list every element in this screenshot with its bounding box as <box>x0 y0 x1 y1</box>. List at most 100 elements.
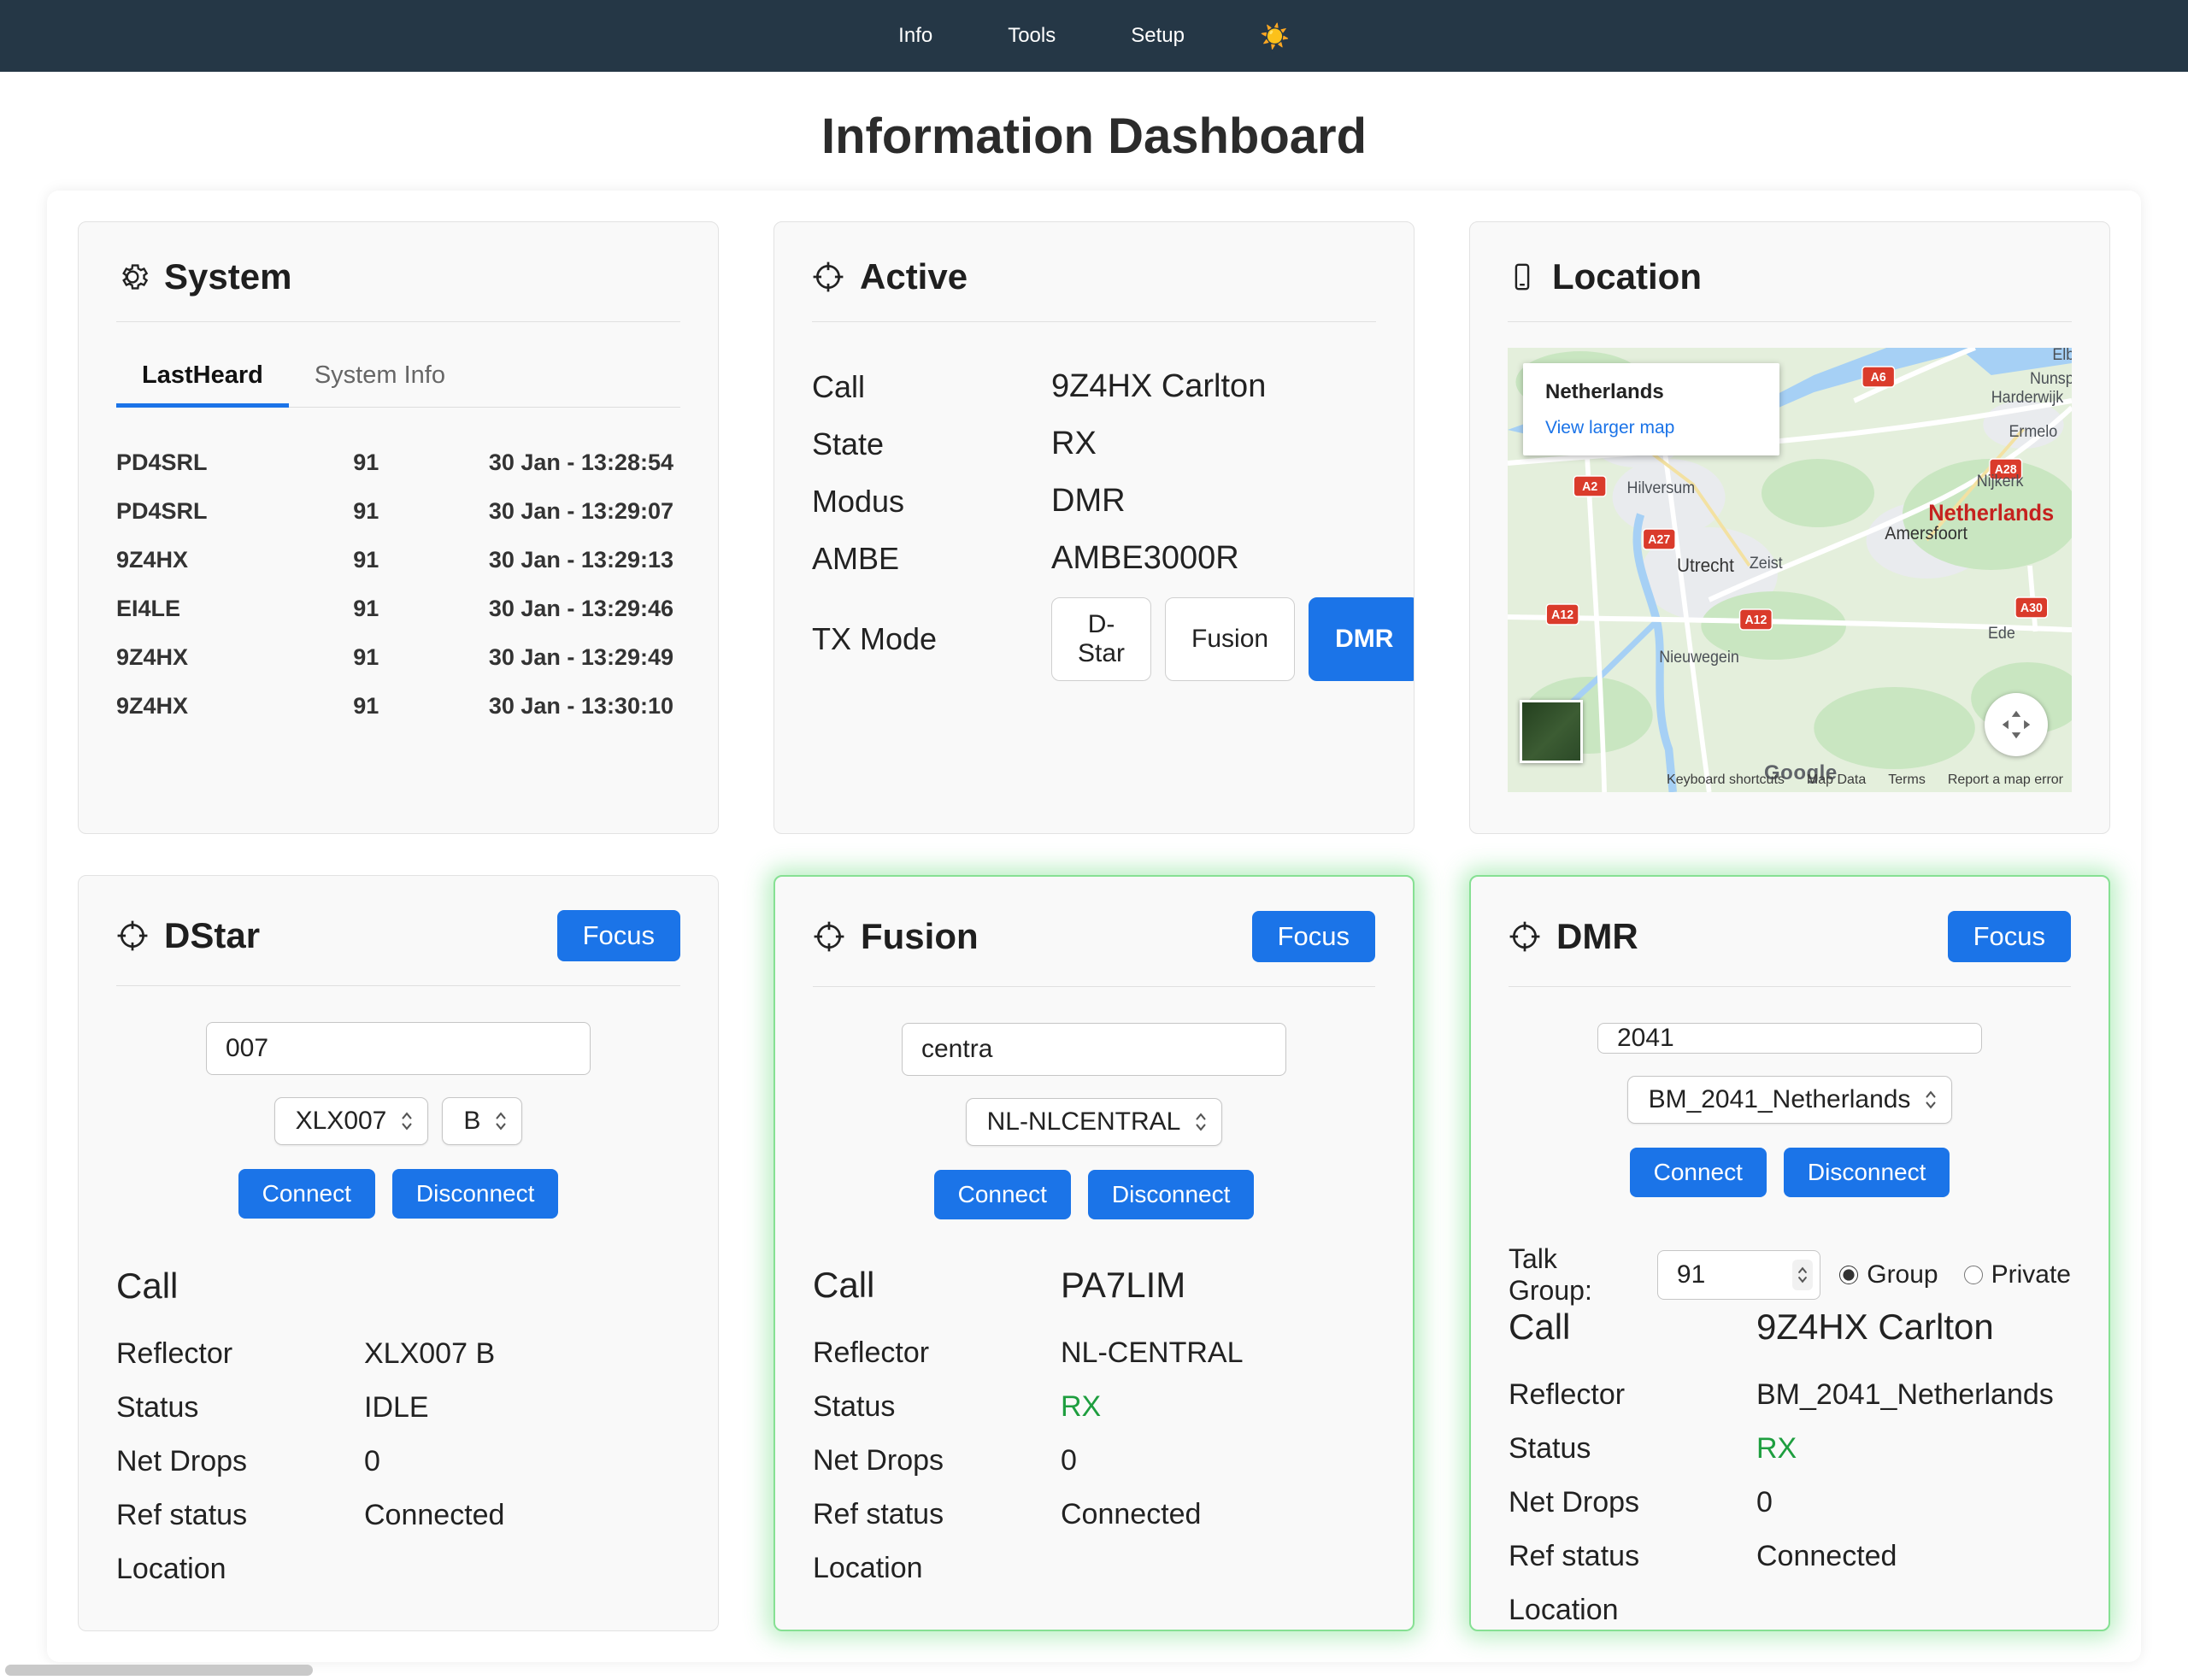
lh-time: 30 Jan - 13:29:49 <box>455 633 680 682</box>
nav-setup[interactable]: Setup <box>1131 24 1185 48</box>
status-label: Status <box>813 1390 1061 1424</box>
theme-toggle-icon[interactable]: ☀️ <box>1260 22 1290 50</box>
fusion-card: Fusion Focus NL-NLCENTRAL Connect Discon… <box>773 875 1415 1631</box>
road-badge-a27: A27 <box>1643 529 1675 549</box>
map-city-label: Hilversum <box>1627 479 1696 497</box>
refstatus-label: Ref status <box>116 1499 364 1532</box>
nav-tools[interactable]: Tools <box>1008 24 1056 48</box>
tx-mode-label: TX Mode <box>812 621 1051 657</box>
chevron-updown-icon <box>1924 1088 1938 1112</box>
horizontal-scrollbar-thumb[interactable] <box>5 1665 313 1676</box>
lh-talkgroup: 91 <box>353 487 455 536</box>
satellite-view-thumbnail[interactable] <box>1520 700 1583 763</box>
dstar-info-list: Call ReflectorXLX007 B StatusIDLE Net Dr… <box>116 1266 680 1596</box>
call-label: Call <box>813 1265 1061 1306</box>
lh-call: 9Z4HX <box>116 682 353 731</box>
fusion-connect-button[interactable]: Connect <box>934 1170 1071 1219</box>
lh-time: 30 Jan - 13:29:13 <box>455 536 680 584</box>
fusion-focus-button[interactable]: Focus <box>1252 911 1375 962</box>
reflector-label: Reflector <box>1509 1378 1756 1412</box>
active-info-list: Call9Z4HX Carlton StateRX ModusDMR AMBEA… <box>812 358 1376 691</box>
fusion-reflector-select[interactable]: NL-NLCENTRAL <box>966 1098 1223 1146</box>
ambe-value: AMBE3000R <box>1051 540 1239 577</box>
ambe-label: AMBE <box>812 541 1051 577</box>
select-value: NL-NLCENTRAL <box>987 1107 1181 1137</box>
dmr-connect-row: Connect Disconnect <box>1509 1148 2071 1197</box>
keyboard-shortcuts-link[interactable]: Keyboard shortcuts <box>1667 772 1785 788</box>
lh-talkgroup: 91 <box>353 438 455 487</box>
report-map-error-link[interactable]: Report a map error <box>1948 772 2063 788</box>
refstatus-value: Connected <box>1061 1498 1201 1531</box>
talkgroup-value-field[interactable] <box>1662 1260 1792 1290</box>
map-city-label: Ede <box>1988 624 2015 643</box>
status-value: RX <box>1061 1390 1101 1424</box>
lh-call: 9Z4HX <box>116 633 353 682</box>
nav-info[interactable]: Info <box>898 24 932 48</box>
dmr-disconnect-button[interactable]: Disconnect <box>1784 1148 1950 1197</box>
dmr-talkgroup-search-input[interactable] <box>1597 1023 1982 1054</box>
select-value: BM_2041_Netherlands <box>1649 1085 1911 1114</box>
talkgroup-number-input[interactable] <box>1657 1250 1820 1300</box>
modus-label: Modus <box>812 484 1051 520</box>
view-larger-map-link[interactable]: View larger map <box>1545 418 1674 438</box>
dstar-card-header: DStar Focus <box>116 910 680 961</box>
tab-lastheard[interactable]: LastHeard <box>116 344 289 408</box>
svg-text:A2: A2 <box>1582 480 1597 494</box>
dmr-reflector-select[interactable]: BM_2041_Netherlands <box>1627 1076 1953 1124</box>
fusion-reflector-input[interactable] <box>902 1023 1286 1076</box>
status-value: IDLE <box>364 1391 429 1424</box>
svg-text:A6: A6 <box>1871 371 1886 385</box>
fusion-connect-row: Connect Disconnect <box>813 1170 1375 1219</box>
call-label: Call <box>1509 1307 1756 1348</box>
dstar-disconnect-button[interactable]: Disconnect <box>392 1169 559 1219</box>
divider <box>812 321 1376 322</box>
tx-fusion-button[interactable]: Fusion <box>1165 597 1295 681</box>
lh-talkgroup: 91 <box>353 633 455 682</box>
map-info-window: Netherlands View larger map <box>1523 363 1779 455</box>
dstar-selects: XLX007 B <box>116 1097 680 1145</box>
netdrops-label: Net Drops <box>116 1445 364 1478</box>
google-map[interactable]: A6 A2 A28 A27 A12 A12 A30 Bussum Huizen … <box>1508 348 2072 792</box>
refstatus-label: Ref status <box>1509 1540 1756 1573</box>
dstar-module-select[interactable]: B <box>442 1097 522 1145</box>
stepper-arrows-icon[interactable] <box>1792 1260 1813 1290</box>
tx-dmr-button[interactable]: DMR <box>1309 597 1415 681</box>
dmr-connect-button[interactable]: Connect <box>1630 1148 1767 1197</box>
dstar-reflector-input[interactable] <box>206 1022 591 1075</box>
svg-text:A12: A12 <box>1744 614 1767 627</box>
group-radio[interactable]: Group <box>1839 1260 1938 1289</box>
top-nav: Info Tools Setup ☀️ <box>0 0 2188 72</box>
divider <box>1508 321 2072 322</box>
divider <box>813 986 1375 987</box>
gear-icon <box>116 261 149 293</box>
page-title: Information Dashboard <box>0 108 2188 165</box>
svg-text:A27: A27 <box>1648 533 1670 547</box>
terms-link[interactable]: Terms <box>1888 772 1926 788</box>
fusion-disconnect-button[interactable]: Disconnect <box>1088 1170 1255 1219</box>
netdrops-value: 0 <box>1061 1444 1077 1477</box>
lh-time: 30 Jan - 13:28:54 <box>455 438 680 487</box>
fusion-card-title: Fusion <box>861 916 979 957</box>
map-data-link[interactable]: Map Data <box>1807 772 1866 788</box>
active-card-header: Active <box>812 256 1376 297</box>
reflector-value: XLX007 B <box>364 1337 495 1371</box>
dstar-focus-button[interactable]: Focus <box>557 910 680 961</box>
private-radio-input[interactable] <box>1964 1266 1983 1284</box>
dstar-reflector-select[interactable]: XLX007 <box>274 1097 429 1145</box>
dmr-focus-button[interactable]: Focus <box>1948 911 2071 962</box>
dmr-selects: BM_2041_Netherlands <box>1509 1076 2071 1124</box>
map-pan-control[interactable] <box>1985 693 2048 756</box>
map-city-label: Ermelo <box>2009 422 2057 441</box>
private-radio[interactable]: Private <box>1964 1260 2071 1289</box>
netdrops-label: Net Drops <box>813 1444 1061 1477</box>
group-radio-label: Group <box>1867 1260 1938 1289</box>
dstar-connect-button[interactable]: Connect <box>238 1169 375 1219</box>
tx-dstar-button[interactable]: D-Star <box>1051 597 1151 681</box>
tab-system-info[interactable]: System Info <box>289 344 471 407</box>
map-city-label: Utrecht <box>1677 555 1734 576</box>
call-value: 9Z4HX Carlton <box>1051 368 1266 405</box>
reflector-value: NL-CENTRAL <box>1061 1336 1243 1370</box>
reflector-value: BM_2041_Netherlands <box>1756 1378 2054 1412</box>
group-radio-input[interactable] <box>1839 1266 1858 1284</box>
call-label: Call <box>116 1266 364 1307</box>
